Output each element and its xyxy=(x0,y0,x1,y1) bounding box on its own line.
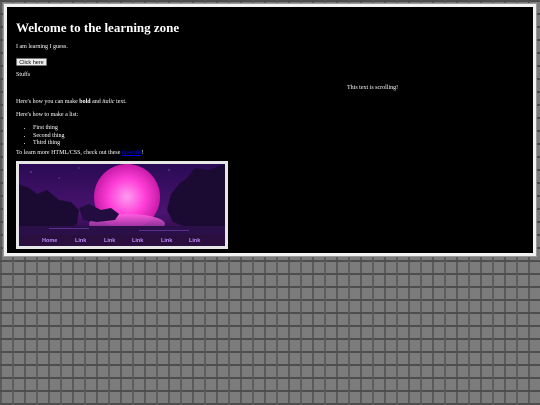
nav-link-2[interactable]: Link xyxy=(104,238,115,245)
synthwave-banner: Home Link Link Link Link Link xyxy=(16,161,228,249)
format-prefix: Here's how you can make xyxy=(16,99,80,105)
list-item: First thing xyxy=(33,125,65,133)
italic-example: italic xyxy=(102,99,115,105)
page-title: Welcome to the learning zone xyxy=(16,20,180,35)
nav-link-1[interactable]: Link xyxy=(75,238,86,245)
nav-link-3[interactable]: Link xyxy=(132,238,143,245)
stuffs-text: Stuffs xyxy=(16,72,31,78)
nav-link-5[interactable]: Link xyxy=(189,238,200,245)
learn-more-text: To learn more HTML/CSS, check out these … xyxy=(16,150,144,158)
nav-link-4[interactable]: Link xyxy=(161,238,172,245)
learn-more-suffix: ! xyxy=(141,150,144,156)
list-item: Second thing xyxy=(33,133,65,141)
content-panel: Welcome to the learning zone I am learni… xyxy=(3,3,537,257)
format-middle: and xyxy=(90,99,103,105)
example-list: First thing Second thing Third thing xyxy=(16,125,65,148)
learn-more-prefix: To learn more HTML/CSS, check out these xyxy=(16,150,122,156)
list-item: Third thing xyxy=(33,140,65,148)
synthwave-banner-art xyxy=(19,164,225,246)
nav-home-link[interactable]: Home xyxy=(42,238,57,245)
format-suffix: text. xyxy=(114,99,127,105)
format-text: Here's how you can make bold and italic … xyxy=(16,99,127,107)
scrolling-text: This text is scrolling! xyxy=(347,85,399,91)
tutorials-link[interactable]: tutorials xyxy=(122,150,142,156)
click-here-button[interactable]: Click here xyxy=(16,58,47,66)
nav-bar: Home Link Link Link Link Link xyxy=(19,235,225,246)
list-intro: Here's how to make a list: xyxy=(16,112,79,118)
bold-example: bold xyxy=(79,99,91,105)
intro-text: I am learning I guess. xyxy=(16,44,68,50)
